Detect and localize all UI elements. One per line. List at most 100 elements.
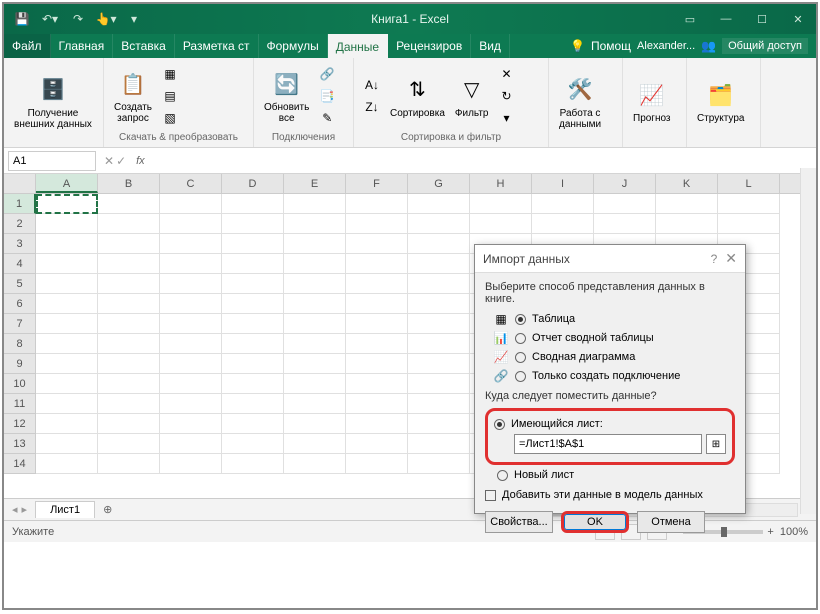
sort-asc-icon[interactable]: A↓	[362, 75, 382, 95]
col-header[interactable]: D	[222, 174, 284, 193]
radio-existing-sheet[interactable]	[494, 419, 505, 430]
show-queries-icon[interactable]: ▦	[160, 64, 180, 84]
radio-conn[interactable]	[515, 371, 526, 382]
outline-button[interactable]: 🗂️ Структура	[695, 77, 746, 126]
share-button[interactable]: Общий доступ	[722, 38, 808, 54]
col-header[interactable]: I	[532, 174, 594, 193]
radio-chart[interactable]	[515, 352, 526, 363]
row-header[interactable]: 9	[4, 354, 36, 374]
dialog-help-icon[interactable]: ?	[703, 252, 726, 266]
row-header[interactable]: 3	[4, 234, 36, 254]
sheet-next-icon[interactable]: ▸	[22, 503, 28, 516]
clear-filter-icon[interactable]: ✕	[496, 64, 516, 84]
reapply-icon[interactable]: ↻	[496, 86, 516, 106]
zoom-in-icon[interactable]: +	[767, 526, 773, 538]
save-icon[interactable]: 💾	[10, 7, 34, 31]
advanced-filter-icon[interactable]: ▾	[496, 108, 516, 128]
external-data-icon: 🗄️	[37, 74, 69, 106]
tab-file[interactable]: Файл	[4, 34, 51, 58]
connections-icon[interactable]: 🔗	[317, 64, 337, 84]
row-header[interactable]: 14	[4, 454, 36, 474]
row-header[interactable]: 4	[4, 254, 36, 274]
user-name[interactable]: Alexander...	[637, 40, 695, 52]
col-header[interactable]: L	[718, 174, 780, 193]
tab-formulas[interactable]: Формулы	[259, 34, 328, 58]
tab-view[interactable]: Вид	[471, 34, 510, 58]
data-tools-button[interactable]: 🛠️ Работа с данными	[557, 72, 603, 132]
col-header[interactable]: K	[656, 174, 718, 193]
maximize-icon[interactable]: ☐	[744, 4, 780, 34]
recent-sources-icon[interactable]: ▧	[160, 108, 180, 128]
row-header[interactable]: 6	[4, 294, 36, 314]
undo-icon[interactable]: ↶▾	[38, 7, 62, 31]
row-header[interactable]: 2	[4, 214, 36, 234]
row-header[interactable]: 8	[4, 334, 36, 354]
refresh-icon: 🔄	[271, 68, 303, 100]
col-header[interactable]: J	[594, 174, 656, 193]
properties-icon[interactable]: 📑	[317, 86, 337, 106]
cancel-button[interactable]: Отмена	[637, 511, 705, 533]
cancel-formula-icon[interactable]: ✕	[104, 154, 114, 168]
close-icon[interactable]: ✕	[780, 4, 816, 34]
row-header[interactable]: 11	[4, 394, 36, 414]
radio-new-sheet[interactable]	[497, 470, 508, 481]
row-header[interactable]: 5	[4, 274, 36, 294]
col-header[interactable]: E	[284, 174, 346, 193]
existing-sheet-label: Имеющийся лист:	[511, 418, 603, 430]
select-all-corner[interactable]	[4, 174, 36, 193]
opt-chart-label: Сводная диаграмма	[532, 351, 635, 363]
from-table-icon[interactable]: ▤	[160, 86, 180, 106]
dialog-close-icon[interactable]: ✕	[725, 250, 737, 267]
edit-links-icon[interactable]: ✎	[317, 108, 337, 128]
refresh-all-button[interactable]: 🔄 Обновить все	[262, 66, 311, 126]
col-header[interactable]: G	[408, 174, 470, 193]
minimize-icon[interactable]: —	[708, 4, 744, 34]
col-header[interactable]: A	[36, 174, 98, 193]
tab-review[interactable]: Рецензиров	[388, 34, 471, 58]
help-label[interactable]: Помощ	[591, 39, 631, 53]
tab-home[interactable]: Главная	[51, 34, 114, 58]
range-selector-icon[interactable]: ⊞	[706, 434, 726, 454]
redo-icon[interactable]: ↷	[66, 7, 90, 31]
zoom-value[interactable]: 100%	[780, 526, 808, 538]
row-header[interactable]: 12	[4, 414, 36, 434]
row-header[interactable]: 10	[4, 374, 36, 394]
qat-more-icon[interactable]: ▾	[122, 7, 146, 31]
tab-data[interactable]: Данные	[328, 34, 388, 58]
col-header[interactable]: F	[346, 174, 408, 193]
row-header[interactable]: 7	[4, 314, 36, 334]
opt-conn-label: Только создать подключение	[532, 370, 680, 382]
sort-button[interactable]: ⇅ Сортировка	[388, 72, 447, 121]
name-box[interactable]	[8, 151, 96, 171]
vertical-scrollbar[interactable]	[800, 168, 816, 514]
get-external-data-button[interactable]: 🗄️ Получение внешних данных	[12, 72, 94, 132]
new-query-button[interactable]: 📋 Создать запрос	[112, 66, 154, 126]
ribbon-options-icon[interactable]: ▭	[672, 4, 708, 34]
tab-insert[interactable]: Вставка	[113, 34, 175, 58]
checkbox-data-model[interactable]	[485, 490, 496, 501]
row-header[interactable]: 1	[4, 194, 36, 214]
ok-button[interactable]: OK	[561, 511, 629, 533]
fx-icon[interactable]: fx	[130, 155, 145, 167]
col-header[interactable]: C	[160, 174, 222, 193]
sheet-prev-icon[interactable]: ◂	[12, 503, 18, 516]
formula-bar: ✕ ✓ fx	[4, 148, 816, 174]
tab-layout[interactable]: Разметка ст	[175, 34, 259, 58]
add-sheet-icon[interactable]: ⊕	[95, 503, 120, 516]
titlebar: 💾 ↶▾ ↷ 👆▾ ▾ Книга1 - Excel ▭ — ☐ ✕	[4, 4, 816, 34]
col-header[interactable]: B	[98, 174, 160, 193]
forecast-button[interactable]: 📈 Прогноз	[631, 77, 673, 126]
accept-formula-icon[interactable]: ✓	[116, 154, 126, 168]
radio-pivot[interactable]	[515, 333, 526, 344]
help-icon[interactable]: 💡	[570, 39, 585, 53]
ribbon-tabs: Файл Главная Вставка Разметка ст Формулы…	[4, 34, 816, 58]
sheet-tab[interactable]: Лист1	[35, 501, 95, 518]
row-header[interactable]: 13	[4, 434, 36, 454]
filter-button[interactable]: ▽ Фильтр	[453, 72, 491, 121]
col-header[interactable]: H	[470, 174, 532, 193]
radio-table[interactable]	[515, 314, 526, 325]
cell-reference-input[interactable]	[514, 434, 702, 454]
sort-desc-icon[interactable]: Z↓	[362, 97, 382, 117]
properties-button[interactable]: Свойства...	[485, 511, 553, 533]
touch-icon[interactable]: 👆▾	[94, 7, 118, 31]
